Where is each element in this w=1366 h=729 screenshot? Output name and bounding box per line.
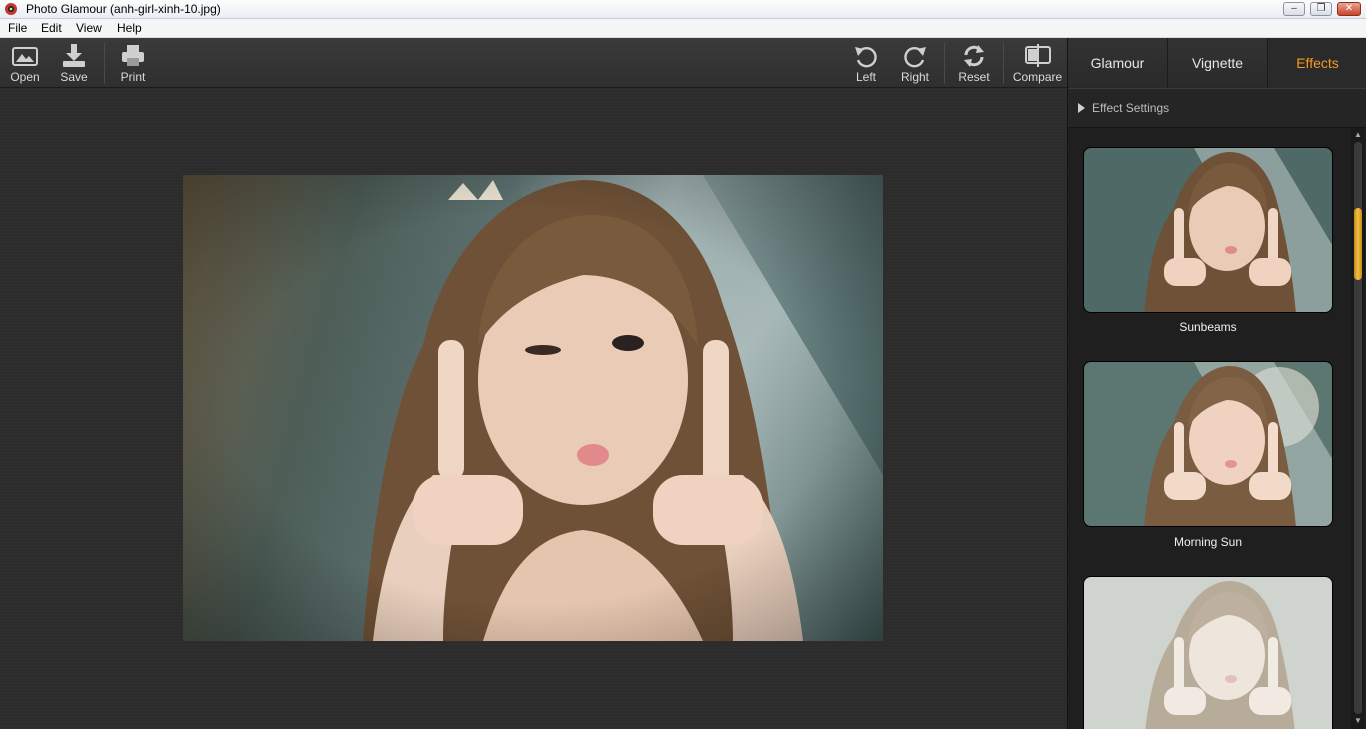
faded-preview-image: [1084, 577, 1332, 729]
portrait-photo-image: [183, 175, 883, 641]
effects-scrollbar[interactable]: ▲ ▼: [1351, 128, 1365, 729]
reset-label: Reset: [958, 70, 990, 84]
menu-file[interactable]: File: [8, 21, 27, 35]
left-label: Left: [855, 70, 876, 84]
effect-label-sunbeams: Sunbeams: [1179, 320, 1237, 334]
tab-effects[interactable]: Effects: [1268, 38, 1366, 88]
window-title: Photo Glamour (anh-girl-xinh-10.jpg): [26, 2, 221, 16]
scroll-down-arrow-icon[interactable]: ▼: [1354, 716, 1362, 725]
compare-icon: [1024, 44, 1051, 67]
close-button[interactable]: ✕: [1337, 2, 1361, 16]
compare-label: Compare: [1012, 70, 1063, 84]
effect-thumbnail-faded[interactable]: [1083, 576, 1333, 729]
toolbar-divider: [1003, 42, 1004, 84]
tab-vignette[interactable]: Vignette: [1168, 38, 1268, 88]
app-icon: [5, 3, 17, 15]
save-icon: [63, 44, 85, 67]
expand-arrow-icon: [1078, 103, 1085, 113]
save-label: Save: [60, 70, 88, 84]
rotate-left-button[interactable]: Left: [845, 38, 887, 88]
scroll-thumb[interactable]: [1354, 208, 1362, 280]
effects-list: Sunbeams Morning Sun ▲ ▼: [1068, 128, 1366, 729]
reset-button[interactable]: Reset: [953, 38, 995, 88]
menu-edit[interactable]: Edit: [41, 21, 62, 35]
sunbeams-preview-image: [1084, 148, 1332, 312]
effect-settings-toggle[interactable]: Effect Settings: [1068, 88, 1366, 128]
minimize-button[interactable]: –: [1283, 2, 1305, 16]
print-label: Print: [120, 70, 146, 84]
save-button[interactable]: Save: [53, 38, 95, 88]
menu-view[interactable]: View: [76, 21, 102, 35]
compare-button[interactable]: Compare: [1010, 38, 1065, 88]
toolbar-divider: [104, 42, 105, 84]
print-button[interactable]: Print: [112, 38, 154, 88]
toolbar: Open Save Print Left Right Reset Compare: [0, 38, 1067, 88]
effect-settings-label: Effect Settings: [1092, 101, 1170, 115]
print-icon: [122, 45, 144, 66]
right-label: Right: [900, 70, 929, 84]
panel-tabs: Glamour Vignette Effects: [1068, 38, 1366, 88]
rotate-left-icon: [855, 46, 877, 68]
rotate-right-icon: [904, 46, 926, 68]
main-photo[interactable]: [183, 175, 883, 641]
morning-sun-preview-image: [1084, 362, 1332, 526]
image-canvas[interactable]: [0, 88, 1067, 729]
scroll-up-arrow-icon[interactable]: ▲: [1354, 130, 1362, 139]
title-bar: Photo Glamour (anh-girl-xinh-10.jpg) – ❐…: [0, 0, 1366, 19]
open-label: Open: [10, 70, 40, 84]
menu-help[interactable]: Help: [117, 21, 142, 35]
reset-icon: [964, 45, 984, 67]
effect-thumbnail-sunbeams[interactable]: [1083, 147, 1333, 313]
menu-bar: File Edit View Help: [0, 19, 1366, 38]
open-button[interactable]: Open: [4, 38, 46, 88]
effect-thumbnail-morning-sun[interactable]: [1083, 361, 1333, 527]
tab-glamour[interactable]: Glamour: [1068, 38, 1168, 88]
open-icon: [12, 47, 38, 66]
effect-label-morning-sun: Morning Sun: [1173, 535, 1243, 549]
side-panel: Glamour Vignette Effects Effect Settings…: [1067, 38, 1366, 729]
rotate-right-button[interactable]: Right: [894, 38, 936, 88]
maximize-button[interactable]: ❐: [1310, 2, 1332, 16]
toolbar-divider: [944, 42, 945, 84]
